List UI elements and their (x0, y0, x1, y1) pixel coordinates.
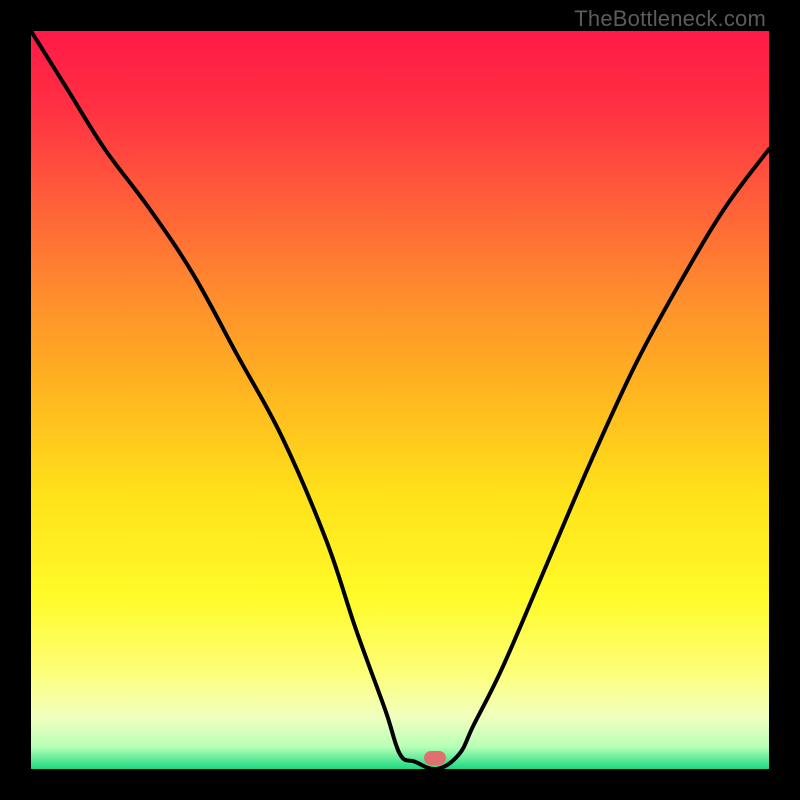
chart-plot-area (31, 31, 769, 769)
watermark-text: TheBottleneck.com (574, 6, 766, 32)
chart-stage: TheBottleneck.com (0, 0, 800, 800)
highlight-marker (424, 751, 446, 765)
background-gradient (31, 31, 769, 769)
